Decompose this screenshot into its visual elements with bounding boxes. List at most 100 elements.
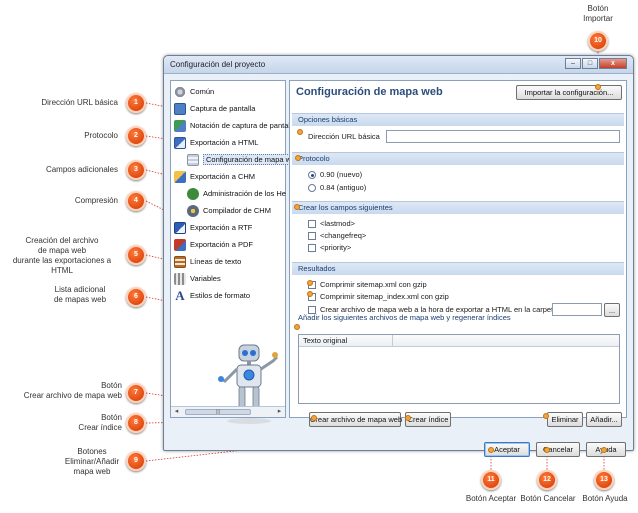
tree-label: Común <box>190 87 215 96</box>
tree-label: Exportación a PDF <box>190 240 253 249</box>
callout-label-2: Protocolo <box>84 131 118 140</box>
scroll-right-icon[interactable]: ▸ <box>274 407 285 417</box>
tree-horizontal-scrollbar[interactable]: ◂ ||| ▸ <box>171 406 285 417</box>
callout-anchor-8 <box>405 415 411 421</box>
cancel-button[interactable]: Cancelar <box>536 442 580 457</box>
callout-anchor-10 <box>595 84 601 90</box>
tree-item-variables[interactable]: Variables <box>174 271 221 287</box>
callout-label-4: Compresión <box>74 196 118 205</box>
callout-anchor-7 <box>311 415 317 421</box>
add-sitemap-button[interactable]: Añadir... <box>586 412 622 427</box>
callout-badge-9: 9 <box>126 451 146 471</box>
project-settings-dialog: Configuración del proyecto – □ x Común C… <box>163 55 634 457</box>
sitemap-icon <box>187 154 199 167</box>
protocol-084-radio[interactable] <box>308 184 316 192</box>
callout-anchor-9 <box>543 413 549 419</box>
tree-item-pdf[interactable]: Exportación a PDF <box>174 237 253 253</box>
callout-badge-10: 10 <box>588 31 608 51</box>
changefreq-checkbox[interactable] <box>308 232 316 240</box>
changefreq-label: <changefreq> <box>320 231 367 240</box>
tree-label: Notación de captura de pantal <box>190 121 291 130</box>
callout-badge-5: 5 <box>126 245 146 265</box>
tree-label: Variables <box>190 274 221 283</box>
tree-label: Exportación a CHM <box>190 172 256 181</box>
callout-label-5: Creación del archivo de mapa web durante… <box>12 236 112 275</box>
annotation-icon <box>174 120 186 133</box>
callout-anchor-3 <box>294 204 300 210</box>
scroll-left-icon[interactable]: ◂ <box>171 407 182 417</box>
sitemap-files-grid[interactable]: Texto original <box>298 334 620 404</box>
callout-badge-3: 3 <box>126 160 146 180</box>
help-id-icon <box>187 188 199 201</box>
page-title: Configuración de mapa web <box>296 86 443 98</box>
tree-label: Exportación a RTF <box>190 223 253 232</box>
section-results: Resultados <box>292 262 624 275</box>
section-additional-sitemaps: Añadir los siguientes archivos de mapa w… <box>298 313 511 322</box>
protocol-084-label: 0.84 (antiguo) <box>320 183 367 192</box>
tree-label: Compilador de CHM <box>203 206 271 215</box>
priority-checkbox[interactable] <box>308 244 316 252</box>
callout-badge-4: 4 <box>126 191 146 211</box>
protocol-090-label: 0.90 (nuevo) <box>320 170 363 179</box>
callout-badge-12: 12 <box>537 470 557 490</box>
import-settings-button[interactable]: Importar la configuración... <box>516 85 622 100</box>
callout-anchor-11 <box>488 447 494 453</box>
tree-item-text-lines[interactable]: Líneas de texto <box>174 254 241 270</box>
window-title: Configuración del proyecto <box>170 60 266 69</box>
callout-badge-8: 8 <box>126 413 146 433</box>
priority-label: <priority> <box>320 243 352 252</box>
callout-badge-1: 1 <box>126 93 146 113</box>
base-url-input[interactable] <box>386 130 620 143</box>
create-sitemap-button[interactable]: Crear archivo de mapa web <box>309 412 402 427</box>
callout-label-12: Botón Cancelar <box>520 494 576 503</box>
grid-header: Texto original <box>299 335 619 347</box>
html-export-icon <box>174 137 186 150</box>
tree-label: Administración de los He <box>203 189 286 198</box>
callout-anchor-12 <box>544 447 550 453</box>
scroll-thumb[interactable]: ||| <box>185 409 251 415</box>
protocol-090-radio[interactable] <box>308 171 316 179</box>
base-url-label: Dirección URL básica <box>308 132 380 141</box>
callout-anchor-4 <box>307 280 313 286</box>
tree-item-comun[interactable]: Común <box>174 84 214 100</box>
window-controls: – □ x <box>564 58 627 70</box>
close-button[interactable]: x <box>599 58 627 69</box>
column-original-text[interactable]: Texto original <box>299 335 393 347</box>
callout-label-3: Campos adicionales <box>45 165 118 174</box>
callout-label-1: Dirección URL básica <box>41 98 118 107</box>
tree-item-sitemap[interactable]: Configuración de mapa w <box>187 152 295 168</box>
tree-label: Exportación a HTML <box>190 138 259 147</box>
lastmod-checkbox[interactable] <box>308 220 316 228</box>
gzip-index-label: Comprimir sitemap_index.xml con gzip <box>320 292 449 301</box>
callout-badge-6: 6 <box>126 287 146 307</box>
callout-anchor-1 <box>297 129 303 135</box>
tree-label: Captura de pantalla <box>190 104 256 113</box>
callout-label-10: Botón Importar <box>583 4 613 23</box>
compiler-icon <box>187 205 199 218</box>
tree-item-chm[interactable]: Exportación a CHM <box>174 169 255 185</box>
callout-label-7: Botón Crear archivo de mapa web <box>23 381 122 400</box>
delete-sitemap-button[interactable]: Eliminar <box>547 412 583 427</box>
minimize-button[interactable]: – <box>565 58 581 69</box>
tree-item-styles[interactable]: A Estilos de formato <box>174 288 250 304</box>
tree-label: Configuración de mapa w <box>203 154 295 165</box>
variables-icon <box>174 273 186 286</box>
gear-icon <box>174 86 186 99</box>
callout-label-6: Lista adicional de mapas web <box>53 285 107 304</box>
font-style-icon: A <box>175 288 185 304</box>
title-bar[interactable]: Configuración del proyecto – □ x <box>164 56 633 74</box>
section-protocol: Protocolo <box>292 152 624 165</box>
tree-item-captura[interactable]: Captura de pantalla <box>174 101 255 117</box>
lastmod-label: <lastmod> <box>320 219 356 228</box>
tree-item-help-ids[interactable]: Administración de los He <box>187 186 286 202</box>
tree-label: Estilos de formato <box>190 291 251 300</box>
pdf-export-icon <box>174 239 186 252</box>
tree-item-rtf[interactable]: Exportación a RTF <box>174 220 252 236</box>
tree-item-chm-compiler[interactable]: Compilador de CHM <box>187 203 271 219</box>
tree-item-notacion[interactable]: Notación de captura de pantal <box>174 118 290 134</box>
section-additional-fields: Crear los campos siguientes <box>292 201 624 214</box>
create-index-button[interactable]: Crear índice <box>405 412 451 427</box>
callout-anchor-2 <box>295 155 301 161</box>
tree-item-html[interactable]: Exportación a HTML <box>174 135 258 151</box>
maximize-button[interactable]: □ <box>582 58 598 69</box>
